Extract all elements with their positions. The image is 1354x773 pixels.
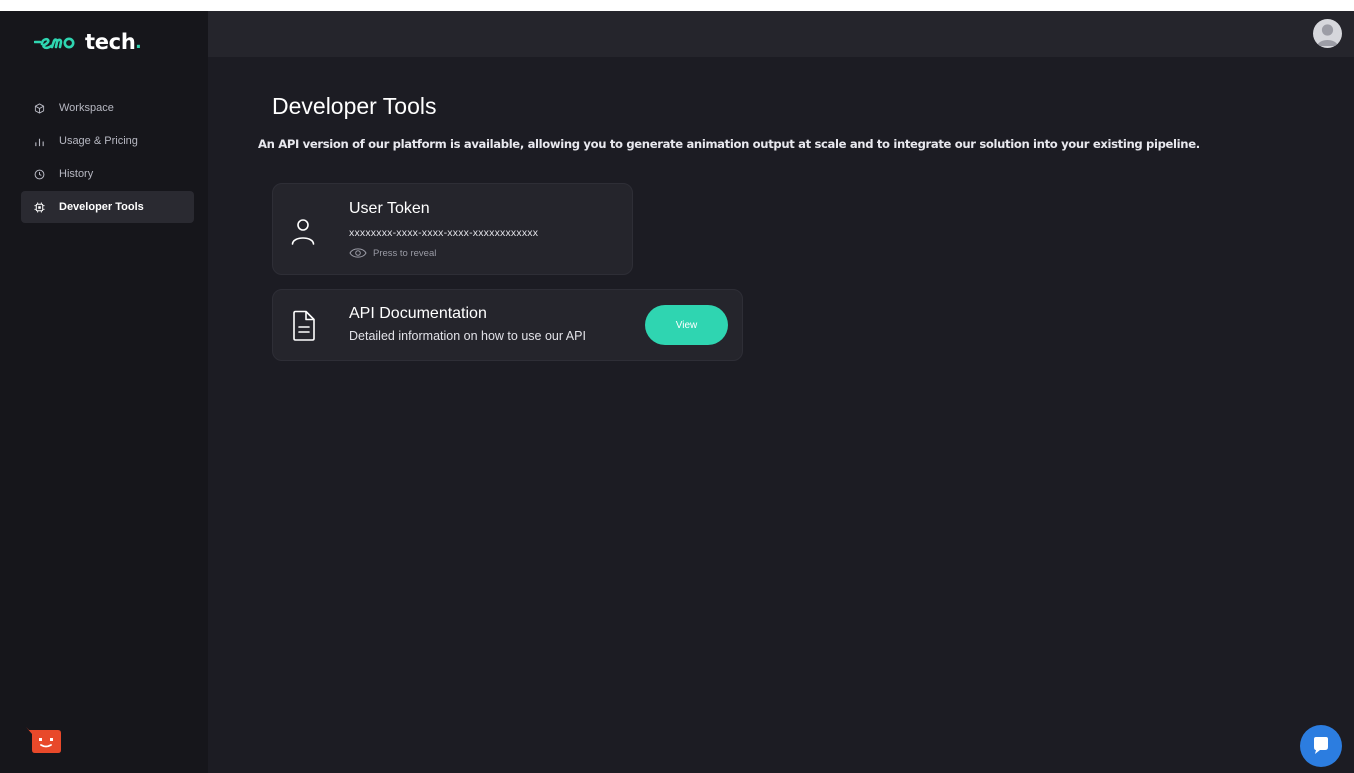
app-frame: tech . Workspace Usage & Pricing History… [0, 11, 1354, 773]
sidebar-item-workspace[interactable]: Workspace [21, 92, 194, 124]
api-documentation-title: API Documentation [349, 305, 487, 322]
sidebar-item-label: History [59, 168, 94, 180]
emo-logo-mark [34, 37, 75, 50]
user-token-title: User Token [349, 200, 430, 217]
user-avatar-icon[interactable] [1313, 19, 1342, 48]
logo-text: tech [85, 30, 136, 54]
sidebar-item-developer-tools[interactable]: Developer Tools [21, 191, 194, 223]
page-title: Developer Tools [272, 93, 437, 119]
press-to-reveal-label: Press to reveal [373, 247, 437, 259]
api-documentation-card: API Documentation Detailed information o… [272, 289, 743, 361]
top-bar [208, 11, 1354, 57]
user-token-card: User Token xxxxxxxx-xxxx-xxxx-xxxx-xxxxx… [272, 183, 633, 275]
bar-chart-icon [34, 136, 45, 147]
cpu-icon [34, 201, 45, 213]
page-description: An API version of our platform is availa… [258, 137, 1200, 151]
cube-icon [34, 102, 45, 114]
user-token-value: xxxxxxxx-xxxx-xxxx-xxxx-xxxxxxxxxxxx [349, 227, 539, 239]
api-documentation-subtitle: Detailed information on how to use our A… [349, 329, 586, 343]
smiley-face-icon[interactable] [26, 727, 61, 753]
sidebar-item-label: Usage & Pricing [59, 135, 138, 147]
sidebar-item-label: Workspace [59, 102, 114, 114]
logo-dot: . [135, 30, 142, 53]
sidebar-item-label: Developer Tools [59, 201, 144, 213]
press-to-reveal-button[interactable]: Press to reveal [349, 247, 436, 259]
sidebar: tech . Workspace Usage & Pricing History… [0, 11, 208, 773]
sidebar-item-usage-pricing[interactable]: Usage & Pricing [21, 125, 194, 157]
sidebar-item-history[interactable]: History [21, 158, 194, 190]
document-icon [291, 310, 317, 347]
sidebar-nav: Workspace Usage & Pricing History Develo… [21, 92, 194, 224]
user-icon [290, 217, 316, 250]
logo[interactable]: tech . [34, 26, 141, 56]
view-button[interactable]: View [645, 305, 728, 345]
eye-icon [349, 248, 367, 258]
chat-bubble-icon[interactable] [1300, 725, 1342, 767]
clock-icon [34, 169, 45, 180]
